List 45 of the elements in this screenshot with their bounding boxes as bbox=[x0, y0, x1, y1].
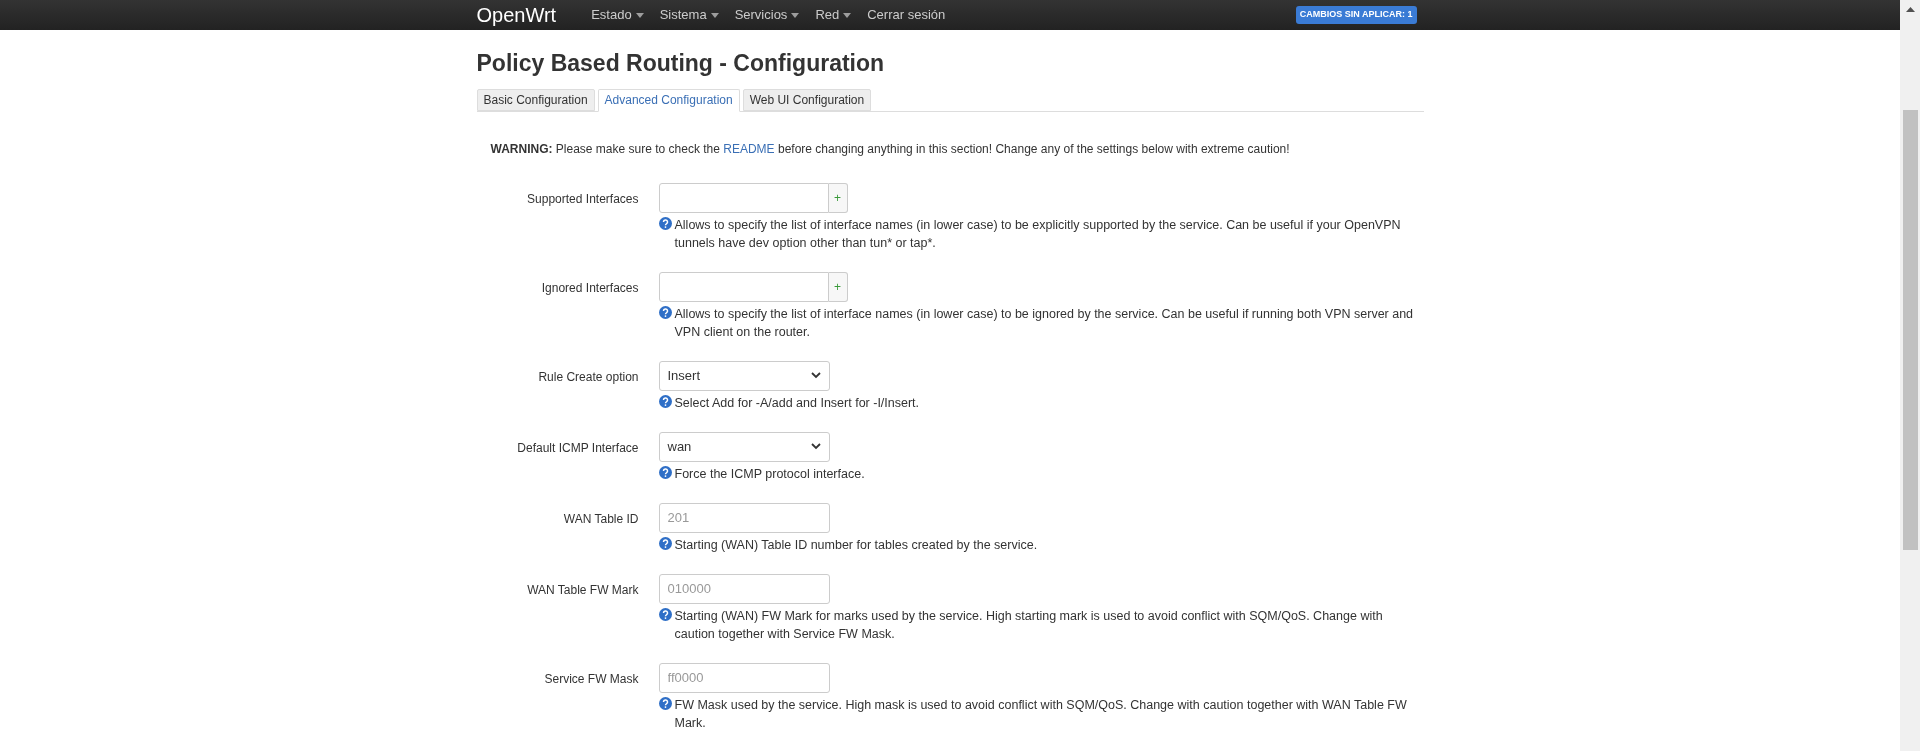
help-text: Allows to specify the list of interface names (in lower case) to be ignored by the service. Can be useful if running both VPN server and VPN client on the router. bbox=[674, 305, 1415, 341]
input-field[interactable] bbox=[658, 271, 829, 302]
help-text: Starting (WAN) FW Mark for marks used by the service. High starting mark is used to avoid conflict with SQM/QoS. Change with caution together with Service FW Mask. bbox=[674, 607, 1384, 643]
help-icon bbox=[658, 394, 672, 408]
brand-logo[interactable]: OpenWrt bbox=[476, 0, 557, 30]
help-text: Force the ICMP protocol interface. bbox=[674, 465, 865, 483]
tab[interactable]: Basic Configuration bbox=[476, 88, 595, 111]
help-text: Starting (WAN) Table ID number for tables created by the service. bbox=[674, 536, 1038, 554]
select-dropdown[interactable]: wan bbox=[658, 431, 830, 462]
help-icon bbox=[658, 607, 672, 621]
field-label: WAN Table FW Mark bbox=[526, 581, 640, 599]
tab[interactable]: Advanced Configuration bbox=[597, 88, 740, 112]
nav-menu-item[interactable]: Red bbox=[807, 5, 860, 25]
scrollbar-thumb[interactable] bbox=[1902, 110, 1918, 550]
scroll-up-icon[interactable] bbox=[1905, 7, 1915, 12]
nav-menu-item[interactable]: Sistema bbox=[651, 5, 727, 25]
input-field[interactable] bbox=[658, 182, 829, 213]
page-title: Policy Based Routing - Configuration bbox=[476, 49, 886, 78]
tab[interactable]: Web UI Configuration bbox=[742, 88, 872, 111]
field-label: Supported Interfaces bbox=[526, 190, 640, 208]
unsaved-changes-badge[interactable]: CAMBIOS SIN APLICAR: 1 bbox=[1295, 6, 1417, 24]
field-label: WAN Table ID bbox=[562, 510, 640, 528]
nav-menu-item[interactable]: Estado bbox=[583, 5, 652, 25]
field-label: Service FW Mask bbox=[543, 670, 640, 688]
nav-menu-item[interactable]: Cerrar sesión bbox=[859, 5, 954, 25]
chevron-down-icon bbox=[810, 443, 821, 450]
input-field[interactable]: ff0000 bbox=[658, 662, 830, 693]
input-field[interactable]: 201 bbox=[658, 502, 830, 533]
help-text: FW Mask used by the service. High mask is used to avoid conflict with SQM/QoS. Change with caution together with WAN Table FW Mark. bbox=[674, 696, 1408, 732]
help-text: Allows to specify the list of interface names (in lower case) to be explicitly supported by the service. Can be useful if your OpenVPN tunnels have dev option other than tun* or tap*. bbox=[674, 216, 1402, 252]
chevron-down-icon bbox=[810, 372, 821, 379]
help-icon bbox=[658, 696, 672, 710]
nav-menu-item[interactable]: Servicios bbox=[726, 5, 808, 25]
help-text: Select Add for -A/add and Insert for -I/Insert. bbox=[674, 394, 920, 412]
readme-link[interactable]: README bbox=[723, 141, 775, 156]
help-icon bbox=[658, 536, 672, 550]
field-label: Default ICMP Interface bbox=[516, 439, 640, 457]
field-label: Ignored Interfaces bbox=[540, 279, 640, 297]
input-field[interactable]: 010000 bbox=[658, 573, 830, 604]
field-label: Rule Create option bbox=[537, 368, 640, 386]
select-dropdown[interactable]: Insert bbox=[658, 360, 830, 391]
help-icon bbox=[658, 305, 672, 319]
help-icon bbox=[658, 465, 672, 479]
warning-message: WARNING: Please make sure to check the README before changing anything in this section! Change any of the settings below with extreme caution! bbox=[490, 140, 1291, 158]
help-icon bbox=[658, 216, 672, 230]
